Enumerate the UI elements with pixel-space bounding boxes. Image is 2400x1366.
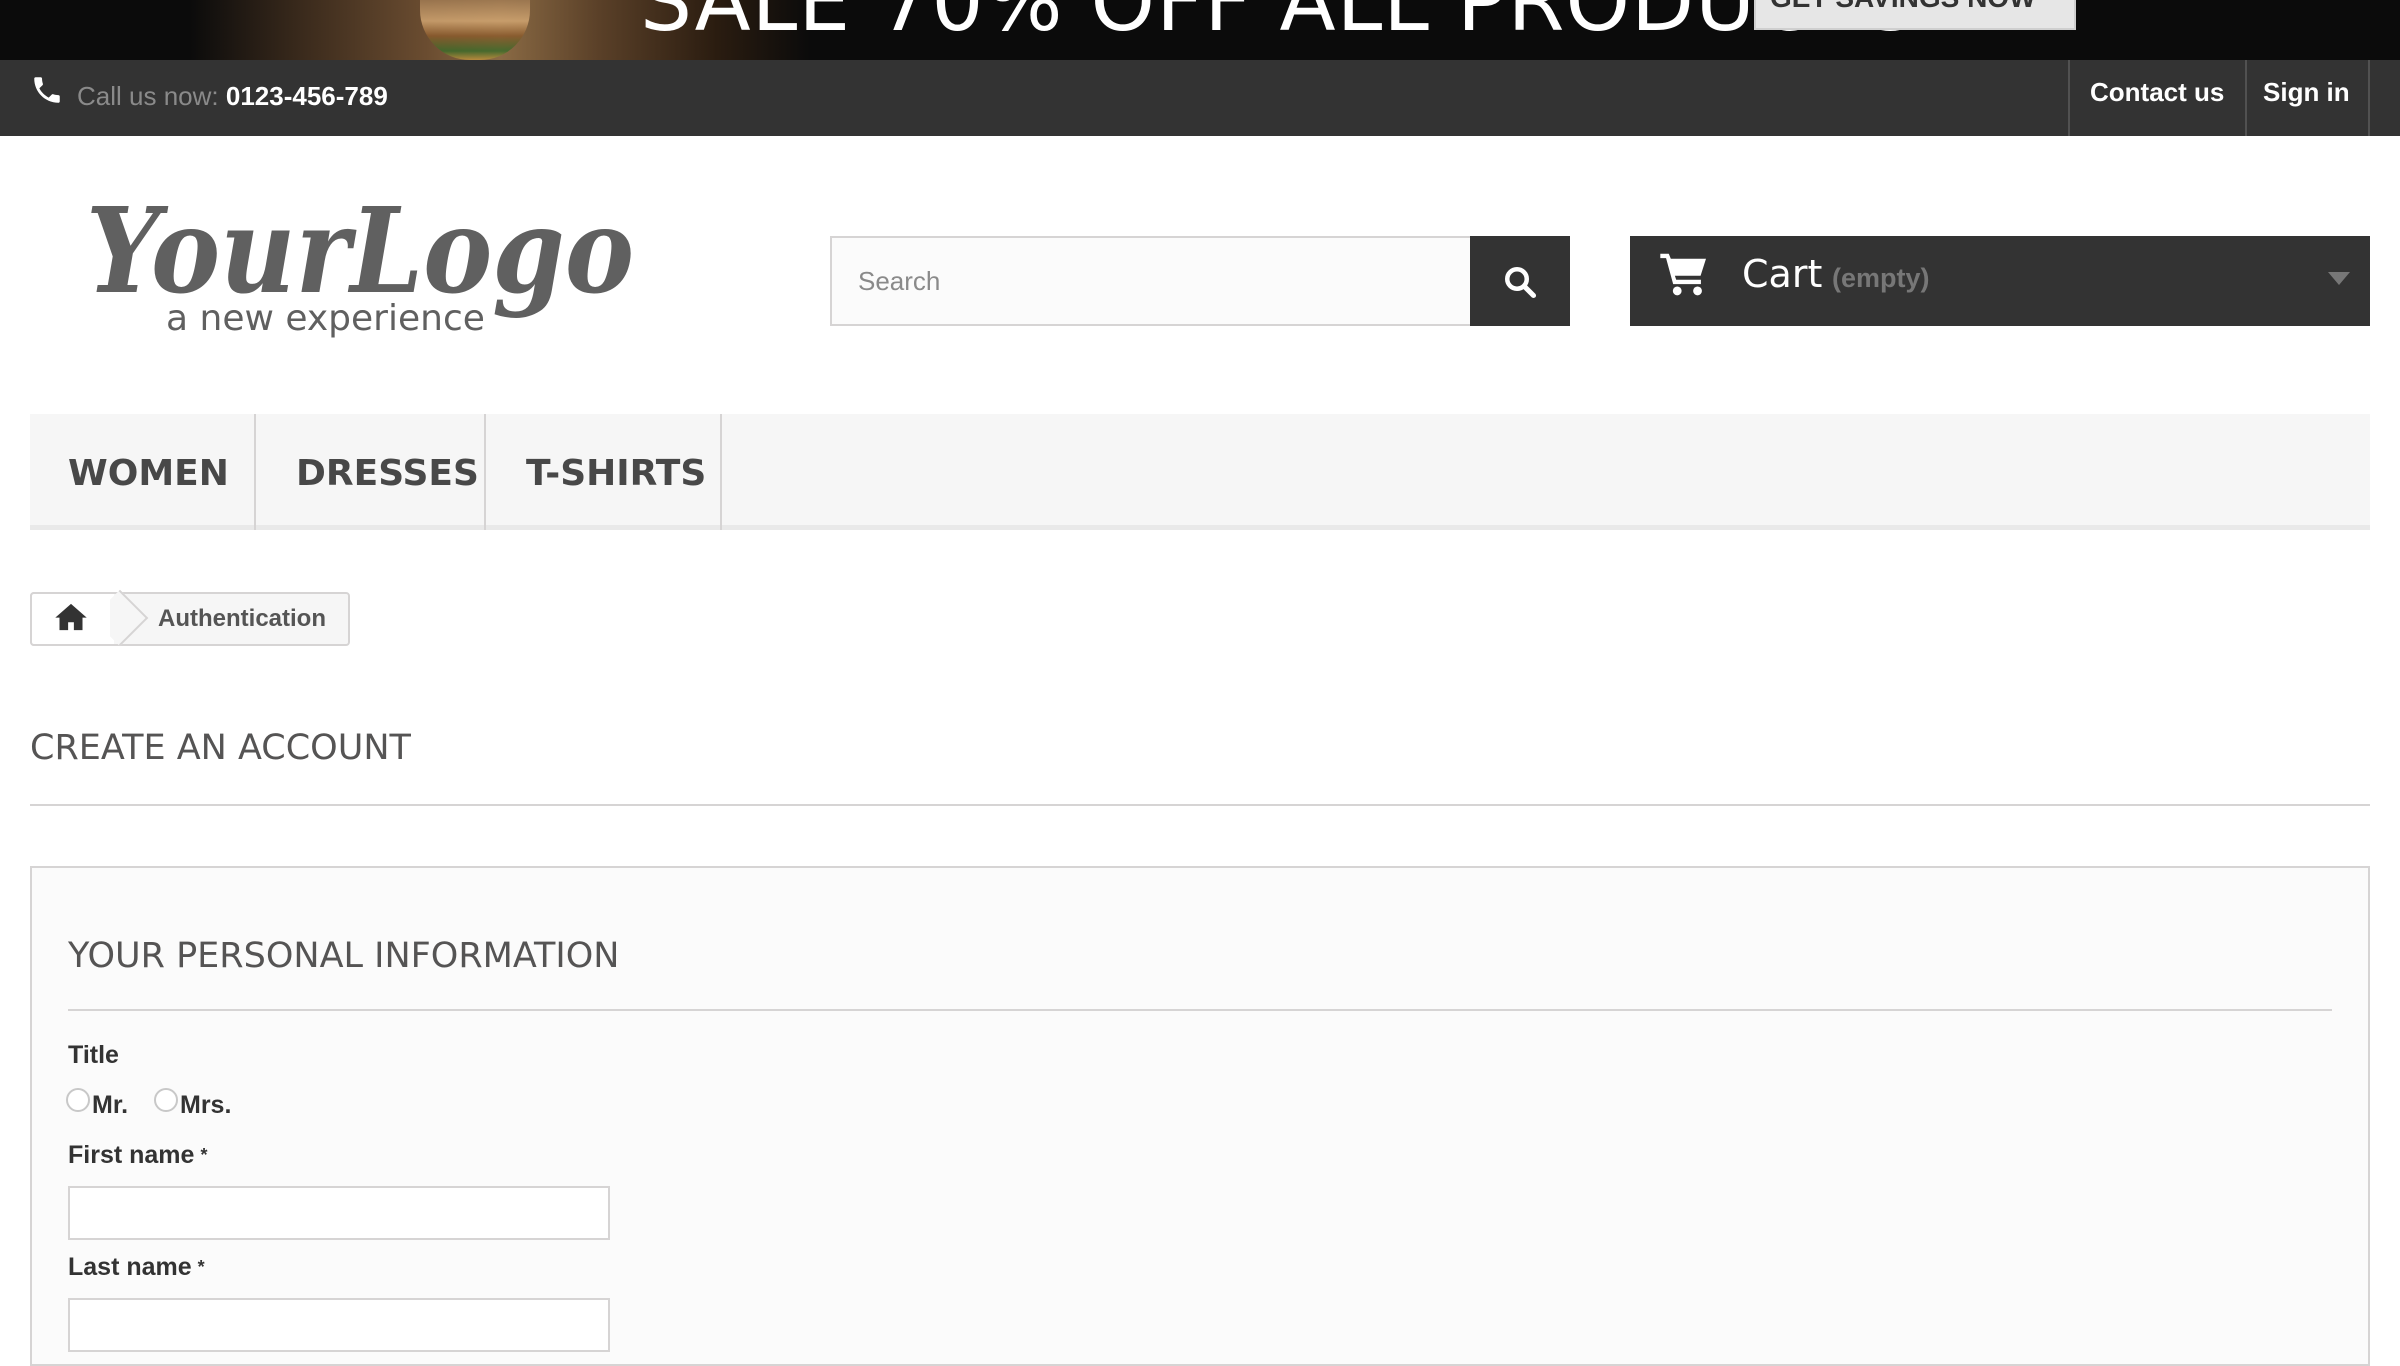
first-name-label: First name *: [68, 1140, 207, 1170]
phone-icon: [34, 77, 60, 103]
phone-number: 0123-456-789: [225, 81, 388, 111]
cart-status: (empty): [1832, 263, 1930, 293]
section-title: YOUR PERSONAL INFORMATION: [68, 936, 620, 976]
caret-down-icon[interactable]: [2328, 272, 2350, 285]
first-name-input[interactable]: [70, 1188, 608, 1238]
promo-banner[interactable]: SALE 70% OFF ALL PRODUCTS GET SAVINGS NO…: [0, 0, 2400, 60]
page-title-divider: [30, 804, 2370, 806]
topbar-divider: [2368, 60, 2370, 136]
menu-item-label: WOMEN: [68, 453, 229, 494]
banner-cta-label: GET SAVINGS NOW: [1770, 0, 2036, 14]
search-button[interactable]: [1470, 236, 1570, 326]
title-label: Title: [68, 1041, 119, 1069]
banner-cta-button[interactable]: GET SAVINGS NOW: [1754, 0, 2076, 30]
first-name-label-text: First name: [68, 1141, 195, 1169]
topbar-divider: [2245, 60, 2247, 136]
menu-item-label: T-SHIRTS: [526, 453, 707, 494]
menu-item-women[interactable]: WOMEN: [30, 414, 256, 530]
menu-item-dresses[interactable]: DRESSES: [256, 414, 486, 530]
title-mr-radio[interactable]: [66, 1088, 90, 1112]
menu-item-label: DRESSES: [296, 453, 479, 494]
required-mark: *: [197, 1257, 205, 1277]
call-us-label: Call us now:: [77, 81, 219, 111]
sign-in-link[interactable]: Sign in: [2263, 76, 2350, 108]
last-name-label: Last name *: [68, 1252, 205, 1282]
title-mrs-label[interactable]: Mrs.: [180, 1090, 231, 1120]
topbar-divider: [2068, 60, 2070, 136]
search-icon: [1505, 267, 1537, 299]
home-icon[interactable]: [54, 602, 88, 632]
search-input[interactable]: [832, 238, 1470, 324]
logo-tagline: a new experience: [166, 298, 485, 339]
breadcrumb-current: Authentication: [158, 605, 326, 632]
call-us-text: Call us now: 0123-456-789: [77, 80, 388, 112]
contact-us-link[interactable]: Contact us: [2090, 76, 2224, 108]
cart-icon: [1660, 253, 1706, 296]
title-mr-label[interactable]: Mr.: [92, 1090, 128, 1120]
banner-headline: SALE 70% OFF ALL PRODUCTS: [640, 0, 1919, 50]
menu-item-t-shirts[interactable]: T-SHIRTS: [486, 414, 722, 530]
store-logo[interactable]: YourLogo a new experience: [82, 180, 642, 350]
page-title: CREATE AN ACCOUNT: [30, 728, 411, 768]
search-box: [830, 236, 1472, 326]
cart-label: Cart: [1742, 252, 1823, 296]
cart-button[interactable]: [1630, 236, 2370, 326]
section-divider: [68, 1009, 2332, 1011]
last-name-field[interactable]: [68, 1298, 610, 1352]
title-mrs-radio[interactable]: [154, 1088, 178, 1112]
last-name-label-text: Last name: [68, 1253, 192, 1281]
required-mark: *: [200, 1145, 208, 1165]
first-name-field[interactable]: [68, 1186, 610, 1240]
last-name-input[interactable]: [70, 1300, 608, 1350]
